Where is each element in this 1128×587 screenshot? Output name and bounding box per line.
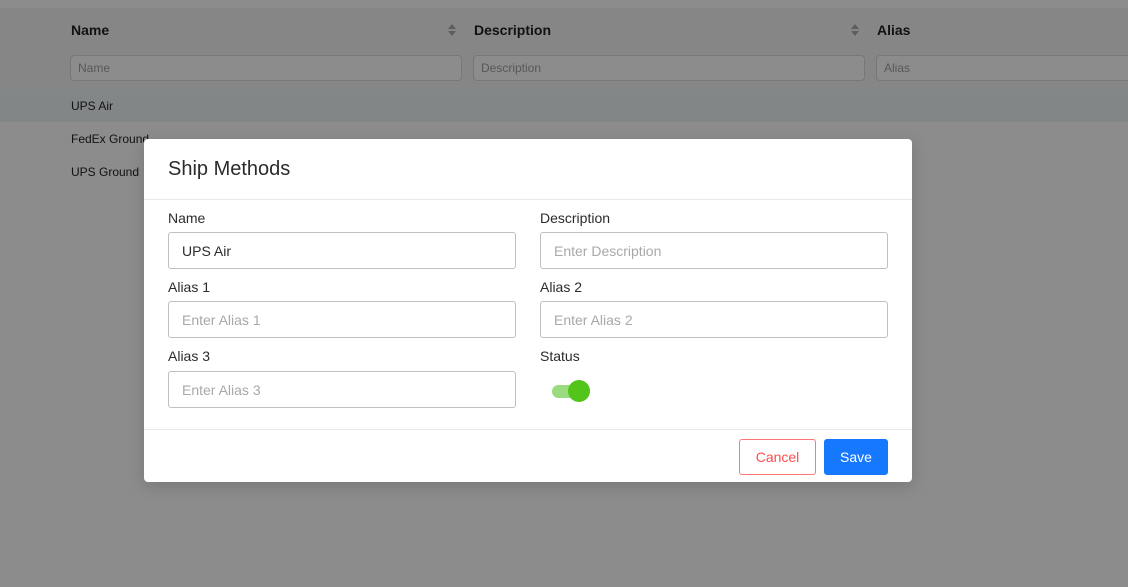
alias2-label: Alias 2 bbox=[540, 279, 583, 295]
alias3-label: Alias 3 bbox=[168, 348, 211, 364]
save-button[interactable]: Save bbox=[824, 439, 888, 475]
alias1-label: Alias 1 bbox=[168, 279, 211, 295]
name-label: Name bbox=[168, 210, 206, 226]
alias2-input[interactable] bbox=[540, 301, 888, 338]
modal-title: Ship Methods bbox=[168, 157, 291, 180]
description-input[interactable] bbox=[540, 232, 888, 269]
ship-methods-modal: Ship Methods Name Description Alias 1 Al… bbox=[144, 139, 912, 482]
description-label: Description bbox=[540, 210, 611, 226]
modal-footer: Cancel Save bbox=[144, 429, 912, 482]
modal-header: Ship Methods bbox=[144, 139, 912, 200]
status-toggle[interactable] bbox=[552, 380, 590, 402]
alias1-input[interactable] bbox=[168, 301, 516, 338]
toggle-knob bbox=[568, 380, 590, 402]
status-label: Status bbox=[540, 348, 580, 364]
alias3-input[interactable] bbox=[168, 371, 516, 408]
cancel-button[interactable]: Cancel bbox=[739, 439, 816, 475]
name-input[interactable] bbox=[168, 232, 516, 269]
